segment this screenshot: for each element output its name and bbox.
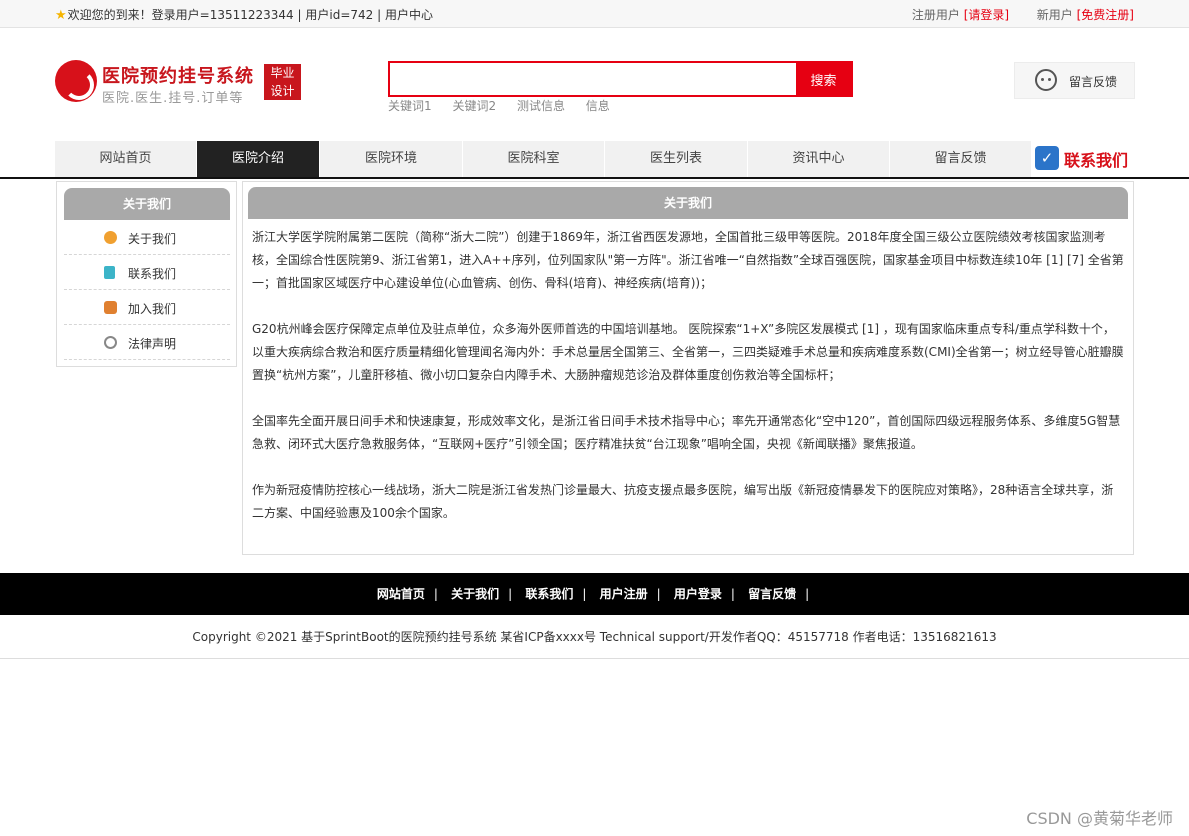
footer-links: 网站首页 | 关于我们 | 联系我们 | 用户注册 | 用户登录 | 留言反馈 | xyxy=(0,573,1189,615)
logo-subtitle: 医院.医生.挂号.订单等 xyxy=(102,91,244,106)
welcome-text-wrap: ★欢迎您的到来！登录用户=13511223344 | 用户id=742 | 用户… xyxy=(55,6,433,23)
nav-item-news[interactable]: 资讯中心 xyxy=(748,141,890,177)
top-bar: ★欢迎您的到来！登录用户=13511223344 | 用户id=742 | 用户… xyxy=(0,0,1189,28)
footer-link-login[interactable]: 用户登录 xyxy=(674,587,722,601)
nav-item-home[interactable]: 网站首页 xyxy=(55,141,197,177)
logo-title: 医院预约挂号系统 xyxy=(102,66,254,87)
account-links: 注册用户 [请登录] 新用户 [免费注册] xyxy=(912,6,1134,23)
footer-separator: | xyxy=(508,587,513,601)
power-icon xyxy=(104,336,117,349)
sidebar-item-label: 关于我们 xyxy=(128,232,177,246)
feedback-label: 留言反馈 xyxy=(1069,75,1118,89)
lock-icon xyxy=(104,301,117,314)
keyword-link[interactable]: 信息 xyxy=(586,99,610,113)
footer-link-about[interactable]: 关于我们 xyxy=(451,587,499,601)
circle-icon xyxy=(104,231,117,244)
clipboard-icon xyxy=(104,266,115,279)
sidebar: 关于我们 关于我们 联系我们 加入我们 法律声明 xyxy=(56,181,237,367)
new-user-label: 新用户 xyxy=(1036,8,1073,22)
main-nav: 网站首页 医院介绍 医院环境 医院科室 医生列表 资讯中心 留言反馈 ✓ 联系我… xyxy=(55,141,1135,177)
footer-separator: | xyxy=(805,587,810,601)
search-button[interactable]: 搜索 xyxy=(796,63,851,95)
logo-badge: 毕业 设计 xyxy=(264,64,301,100)
sidebar-item-label: 联系我们 xyxy=(128,267,177,281)
nav-item-doctors[interactable]: 医生列表 xyxy=(605,141,748,177)
check-icon: ✓ xyxy=(1035,146,1059,170)
content-title: 关于我们 xyxy=(248,187,1128,219)
footer-separator: | xyxy=(656,587,661,601)
customer-service-icon xyxy=(1035,69,1057,91)
article-paragraph: 全国率先全面开展日间手术和快速康复，形成效率文化，是浙江省日间手术技术指导中心；… xyxy=(252,414,1121,451)
search-input[interactable] xyxy=(390,63,797,95)
search-keywords: 关键词1 关键词2 测试信息 信息 xyxy=(388,97,627,114)
article-body: 浙江大学医学院附属第二医院（简称“浙大二院”）创建于1869年，浙江省西医发源地… xyxy=(252,226,1124,548)
login-link[interactable]: [请登录] xyxy=(964,8,1009,22)
nav-divider xyxy=(0,177,1189,179)
register-label: 注册用户 xyxy=(911,8,960,22)
logo-icon xyxy=(55,60,97,102)
sidebar-item-label: 加入我们 xyxy=(128,302,177,316)
footer-link-home[interactable]: 网站首页 xyxy=(377,587,425,601)
sidebar-item-join[interactable]: 加入我们 xyxy=(64,290,230,325)
star-icon: ★ xyxy=(55,8,67,23)
watermark: CSDN @黄菊华老师 xyxy=(1026,809,1173,828)
sidebar-item-about[interactable]: 关于我们 xyxy=(64,220,230,255)
footer-link-register[interactable]: 用户注册 xyxy=(600,587,648,601)
free-register-link[interactable]: [免费注册] xyxy=(1077,8,1134,22)
search-box: 搜索 xyxy=(388,61,853,97)
footer-link-feedback[interactable]: 留言反馈 xyxy=(748,587,796,601)
footer-separator: | xyxy=(433,587,438,601)
contact-us-label: 联系我们 xyxy=(1064,151,1129,170)
logo-badge-line2: 设计 xyxy=(270,84,295,98)
feedback-button[interactable]: 留言反馈 xyxy=(1014,62,1135,99)
keyword-link[interactable]: 测试信息 xyxy=(517,99,565,113)
welcome-text: 欢迎您的到来！登录用户=13511223344 | 用户id=742 | 用户中… xyxy=(67,8,433,22)
footer-separator: | xyxy=(582,587,587,601)
logo-badge-line1: 毕业 xyxy=(270,66,295,80)
sidebar-item-label: 法律声明 xyxy=(128,337,177,351)
keyword-link[interactable]: 关键词1 xyxy=(388,99,432,113)
sidebar-title: 关于我们 xyxy=(64,188,230,220)
main-content: 关于我们 浙江大学医学院附属第二医院（简称“浙大二院”）创建于1869年，浙江省… xyxy=(242,181,1134,555)
nav-item-feedback[interactable]: 留言反馈 xyxy=(890,141,1032,177)
footer-separator: | xyxy=(730,587,735,601)
nav-item-departments[interactable]: 医院科室 xyxy=(463,141,605,177)
sidebar-item-legal[interactable]: 法律声明 xyxy=(64,325,230,360)
footer-link-contact[interactable]: 联系我们 xyxy=(525,587,573,601)
keyword-link[interactable]: 关键词2 xyxy=(452,99,496,113)
article-paragraph: 作为新冠疫情防控核心一线战场，浙大二院是浙江省发热门诊量最大、抗疫支援点最多医院… xyxy=(252,483,1114,520)
copyright-text: Copyright ©2021 基于SprintBoot的医院预约挂号系统 某省… xyxy=(0,615,1189,659)
contact-us-link[interactable]: ✓ 联系我们 xyxy=(1035,145,1135,173)
nav-item-hospital-intro[interactable]: 医院介绍 xyxy=(197,141,320,177)
nav-item-environment[interactable]: 医院环境 xyxy=(320,141,463,177)
site-logo[interactable]: 医院预约挂号系统 医院.医生.挂号.订单等 毕业 设计 xyxy=(55,60,305,108)
article-paragraph: G20杭州峰会医疗保障定点单位及驻点单位，众多海外医师首选的中国培训基地。 医院… xyxy=(252,322,1124,382)
sidebar-item-contact[interactable]: 联系我们 xyxy=(64,255,230,290)
article-paragraph: 浙江大学医学院附属第二医院（简称“浙大二院”）创建于1869年，浙江省西医发源地… xyxy=(252,230,1124,290)
